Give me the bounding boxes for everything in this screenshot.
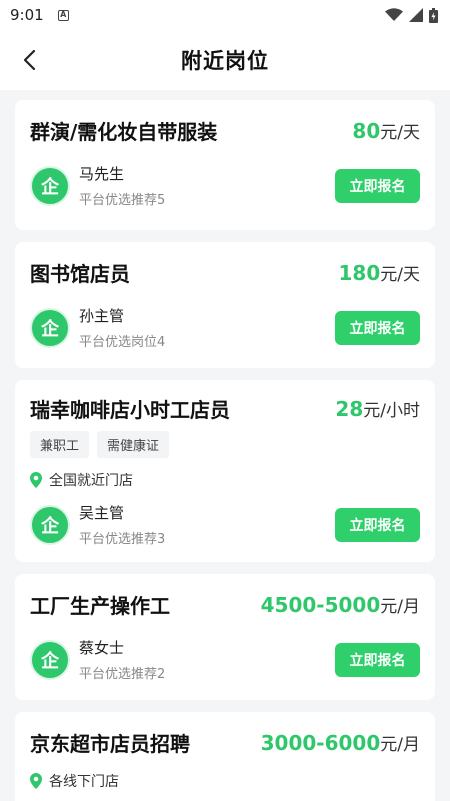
job-card[interactable]: 瑞幸咖啡店小时工店员 28元/小时 兼职工 需健康证 全国就近门店 企 吴主管 … bbox=[15, 380, 435, 562]
poster-name: 马先生 bbox=[79, 165, 125, 183]
wifi-icon bbox=[385, 8, 403, 21]
avatar: 企 bbox=[30, 307, 70, 348]
header: 附近岗位 bbox=[0, 30, 450, 90]
job-title: 工厂生产操作工 bbox=[30, 594, 170, 618]
job-salary: 4500-5000元/月 bbox=[261, 592, 420, 617]
status-bar: 9:01 A bbox=[0, 0, 450, 30]
job-title: 京东超市店员招聘 bbox=[30, 732, 190, 756]
job-card[interactable]: 京东超市店员招聘 3000-6000元/月 各线下门店 bbox=[15, 712, 435, 801]
job-title: 图书馆店员 bbox=[30, 262, 130, 286]
job-salary: 80元/天 bbox=[352, 118, 420, 143]
page-title: 附近岗位 bbox=[181, 49, 269, 73]
salary-amount: 4500-5000 bbox=[260, 593, 381, 617]
poster-subtitle: 平台优选推荐5 bbox=[79, 193, 166, 208]
job-salary: 180元/天 bbox=[339, 260, 420, 285]
chevron-left-icon bbox=[23, 49, 36, 71]
salary-unit: 元/月 bbox=[380, 735, 420, 755]
poster-subtitle: 平台优选岗位4 bbox=[79, 335, 166, 350]
job-card[interactable]: 群演/需化妆自带服装 80元/天 企 马先生 平台优选推荐5 立即报名 bbox=[15, 100, 435, 230]
job-salary: 28元/小时 bbox=[335, 396, 420, 421]
job-salary: 3000-6000元/月 bbox=[261, 730, 420, 755]
poster-subtitle: 平台优选推荐3 bbox=[79, 532, 166, 547]
job-title: 瑞幸咖啡店小时工店员 bbox=[30, 398, 230, 422]
job-card[interactable]: 工厂生产操作工 4500-5000元/月 企 蔡女士 平台优选推荐2 立即报名 bbox=[15, 574, 435, 700]
salary-amount: 28 bbox=[335, 397, 364, 421]
job-tag: 需健康证 bbox=[97, 431, 170, 458]
job-title: 群演/需化妆自带服装 bbox=[30, 120, 218, 144]
notification-icon: A bbox=[57, 9, 69, 21]
location-text: 全国就近门店 bbox=[49, 473, 133, 489]
status-time: 9:01 bbox=[10, 6, 44, 24]
apply-button[interactable]: 立即报名 bbox=[335, 310, 420, 345]
avatar: 企 bbox=[30, 504, 70, 545]
salary-unit: 元/天 bbox=[380, 265, 420, 285]
avatar: 企 bbox=[30, 639, 70, 680]
location-pin-icon bbox=[30, 773, 42, 789]
poster-name: 蔡女士 bbox=[79, 639, 125, 657]
location-pin-icon bbox=[30, 472, 42, 488]
poster-subtitle: 平台优选推荐2 bbox=[79, 667, 166, 682]
signal-icon bbox=[409, 8, 423, 22]
job-tags: 兼职工 需健康证 bbox=[30, 431, 420, 458]
job-location: 全国就近门店 bbox=[30, 470, 420, 490]
job-tag: 兼职工 bbox=[30, 431, 90, 458]
back-button[interactable] bbox=[14, 45, 44, 75]
avatar: 企 bbox=[30, 165, 70, 206]
location-text: 各线下门店 bbox=[49, 774, 119, 790]
salary-amount: 180 bbox=[338, 261, 381, 285]
salary-amount: 80 bbox=[352, 119, 381, 143]
apply-button[interactable]: 立即报名 bbox=[335, 168, 420, 203]
poster-name: 孙主管 bbox=[79, 307, 125, 325]
salary-amount: 3000-6000 bbox=[260, 731, 381, 755]
salary-unit: 元/月 bbox=[380, 597, 420, 617]
battery-icon bbox=[429, 7, 438, 23]
job-list: 群演/需化妆自带服装 80元/天 企 马先生 平台优选推荐5 立即报名 图书馆店… bbox=[0, 90, 450, 801]
job-location: 各线下门店 bbox=[30, 771, 420, 791]
apply-button[interactable]: 立即报名 bbox=[335, 507, 420, 542]
poster-name: 吴主管 bbox=[79, 504, 125, 522]
job-card[interactable]: 图书馆店员 180元/天 企 孙主管 平台优选岗位4 立即报名 bbox=[15, 242, 435, 368]
salary-unit: 元/小时 bbox=[363, 401, 420, 421]
salary-unit: 元/天 bbox=[380, 123, 420, 143]
apply-button[interactable]: 立即报名 bbox=[335, 642, 420, 677]
